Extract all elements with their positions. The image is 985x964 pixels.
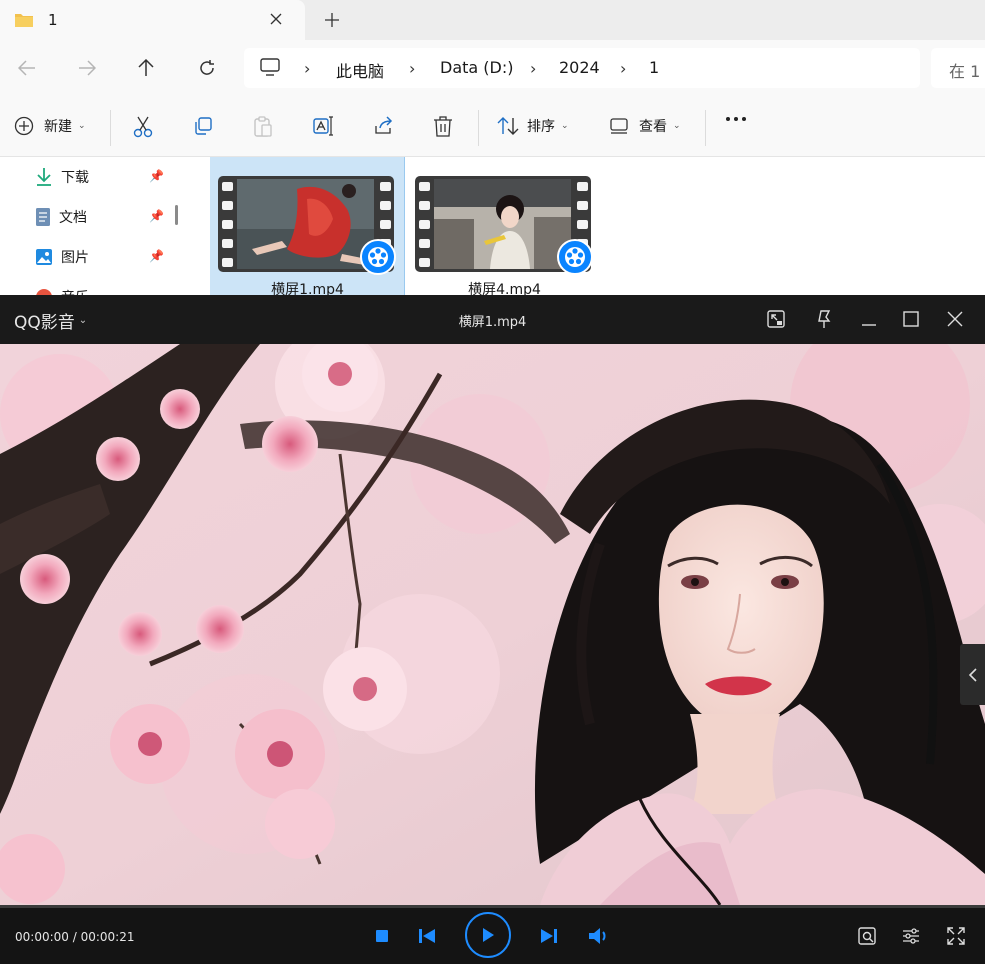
chevron-right-icon[interactable]: › [409, 59, 415, 78]
paste-icon[interactable] [253, 116, 273, 138]
thumbnail-frame [237, 179, 374, 269]
sidebar-item-label: 下载 [61, 170, 89, 186]
chevron-down-icon: ⌄ [78, 121, 86, 131]
video-image [0, 344, 985, 905]
breadcrumb-drive[interactable]: Data (D:) [440, 58, 513, 77]
close-icon[interactable] [943, 307, 967, 331]
chevron-right-icon[interactable]: › [620, 59, 626, 78]
play-button[interactable] [465, 912, 511, 958]
address-bar[interactable]: › 此电脑 › Data (D:) › 2024 › 1 [244, 48, 920, 88]
divider [110, 110, 111, 146]
explorer-content: 下载 📌 文档 📌 图片 📌 音乐 [0, 157, 985, 306]
chevron-right-icon[interactable]: › [530, 59, 536, 78]
player-title-bar[interactable]: QQ影音 ⌄ 横屏1.mp4 [0, 295, 985, 344]
film-strip [218, 176, 236, 272]
sidebar-item-label: 文档 [59, 210, 87, 226]
more-options-icon[interactable] [725, 116, 747, 122]
file-item[interactable]: 横屏1.mp4 [210, 157, 405, 298]
explorer-tab[interactable]: 1 [0, 0, 305, 40]
fullscreen-icon[interactable] [944, 924, 968, 948]
breadcrumb-2024[interactable]: 2024 [559, 58, 600, 77]
video-frame[interactable] [0, 344, 985, 905]
copy-icon[interactable] [193, 116, 213, 136]
document-icon [36, 208, 50, 226]
navigation-pane: 下载 📌 文档 📌 图片 📌 音乐 [0, 157, 185, 306]
qq-player-badge-icon [557, 239, 593, 275]
delete-icon[interactable] [433, 116, 453, 138]
tab-title: 1 [48, 11, 58, 29]
sort-button[interactable]: 排序 ⌄ [497, 116, 569, 136]
search-box[interactable]: 在 1 [931, 48, 985, 88]
qq-player-window: QQ影音 ⌄ 横屏1.mp4 00:00:00 / 00:00:21 [0, 295, 985, 964]
sidebar-item-label: 图片 [61, 250, 89, 266]
pin-icon[interactable]: 📌 [149, 209, 164, 223]
refresh-icon[interactable] [194, 55, 220, 81]
player-controls: 00:00:00 / 00:00:21 [0, 908, 985, 964]
explorer-tab-bar: 1 [0, 0, 985, 40]
playlist-toggle-button[interactable] [960, 644, 985, 705]
film-strip [415, 176, 433, 272]
pin-on-top-icon[interactable] [812, 307, 836, 331]
settings-icon[interactable] [899, 924, 923, 948]
minimize-icon[interactable] [857, 307, 881, 331]
desktop: 1 › 此电脑 › Data (D:) › 2024 › 1 在 1 新建 ⌄ … [0, 0, 985, 964]
pin-icon[interactable]: 📌 [149, 249, 164, 263]
sort-label: 排序 [527, 119, 555, 135]
breadcrumb-this-pc[interactable]: 此电脑 [336, 58, 384, 82]
rename-icon[interactable] [313, 116, 335, 136]
playback-time: 00:00:00 / 00:00:21 [15, 930, 135, 944]
breadcrumb-current[interactable]: 1 [649, 58, 659, 77]
file-item[interactable]: 横屏4.mp4 [407, 157, 602, 298]
navigation-bar: › 此电脑 › Data (D:) › 2024 › 1 在 1 [0, 40, 985, 98]
play-icon [483, 928, 494, 942]
maximize-icon[interactable] [899, 307, 923, 331]
divider [705, 110, 706, 146]
file-list: 横屏1.mp4 横屏4.mp4 [210, 157, 985, 298]
cut-icon[interactable] [133, 116, 153, 138]
sidebar-item-downloads[interactable]: 下载 [35, 165, 89, 189]
sidebar-item-pictures[interactable]: 图片 [35, 245, 89, 269]
divider [478, 110, 479, 146]
chevron-down-icon: ⌄ [561, 121, 569, 131]
chevron-down-icon: ⌄ [673, 121, 681, 131]
sort-icon [497, 117, 519, 135]
back-icon[interactable] [14, 55, 40, 81]
pictures-icon [36, 249, 52, 265]
forward-icon[interactable] [74, 55, 100, 81]
next-icon[interactable] [538, 926, 560, 946]
share-icon[interactable] [373, 116, 395, 136]
computer-icon [260, 58, 280, 76]
search-placeholder: 在 1 [949, 62, 981, 81]
new-tab-icon[interactable] [321, 9, 343, 31]
plus-circle-icon [14, 116, 34, 136]
chevron-left-icon [968, 667, 977, 682]
stop-icon[interactable] [372, 926, 392, 946]
view-label: 查看 [639, 119, 667, 135]
screenshot-icon[interactable] [855, 924, 879, 948]
sidebar-item-documents[interactable]: 文档 [35, 205, 87, 229]
qq-player-badge-icon [360, 239, 396, 275]
chevron-right-icon[interactable]: › [304, 59, 310, 78]
previous-icon[interactable] [416, 926, 438, 946]
player-file-title: 横屏1.mp4 [458, 315, 527, 330]
up-icon[interactable] [133, 55, 159, 81]
close-tab-icon[interactable] [266, 9, 286, 29]
command-bar: 新建 ⌄ 排序 ⌄ 查看 ⌄ [0, 98, 985, 157]
pin-icon[interactable]: 📌 [149, 169, 164, 183]
view-button[interactable]: 查看 ⌄ [609, 116, 681, 136]
new-button[interactable]: 新建 ⌄ [14, 116, 86, 136]
folder-icon [15, 14, 33, 27]
scrollbar-thumb[interactable] [175, 205, 178, 225]
download-icon [37, 168, 51, 186]
view-icon [610, 118, 628, 134]
mini-mode-icon[interactable] [764, 307, 788, 331]
volume-icon[interactable] [587, 926, 611, 946]
new-label: 新建 [44, 119, 72, 135]
thumbnail-frame [434, 179, 571, 269]
